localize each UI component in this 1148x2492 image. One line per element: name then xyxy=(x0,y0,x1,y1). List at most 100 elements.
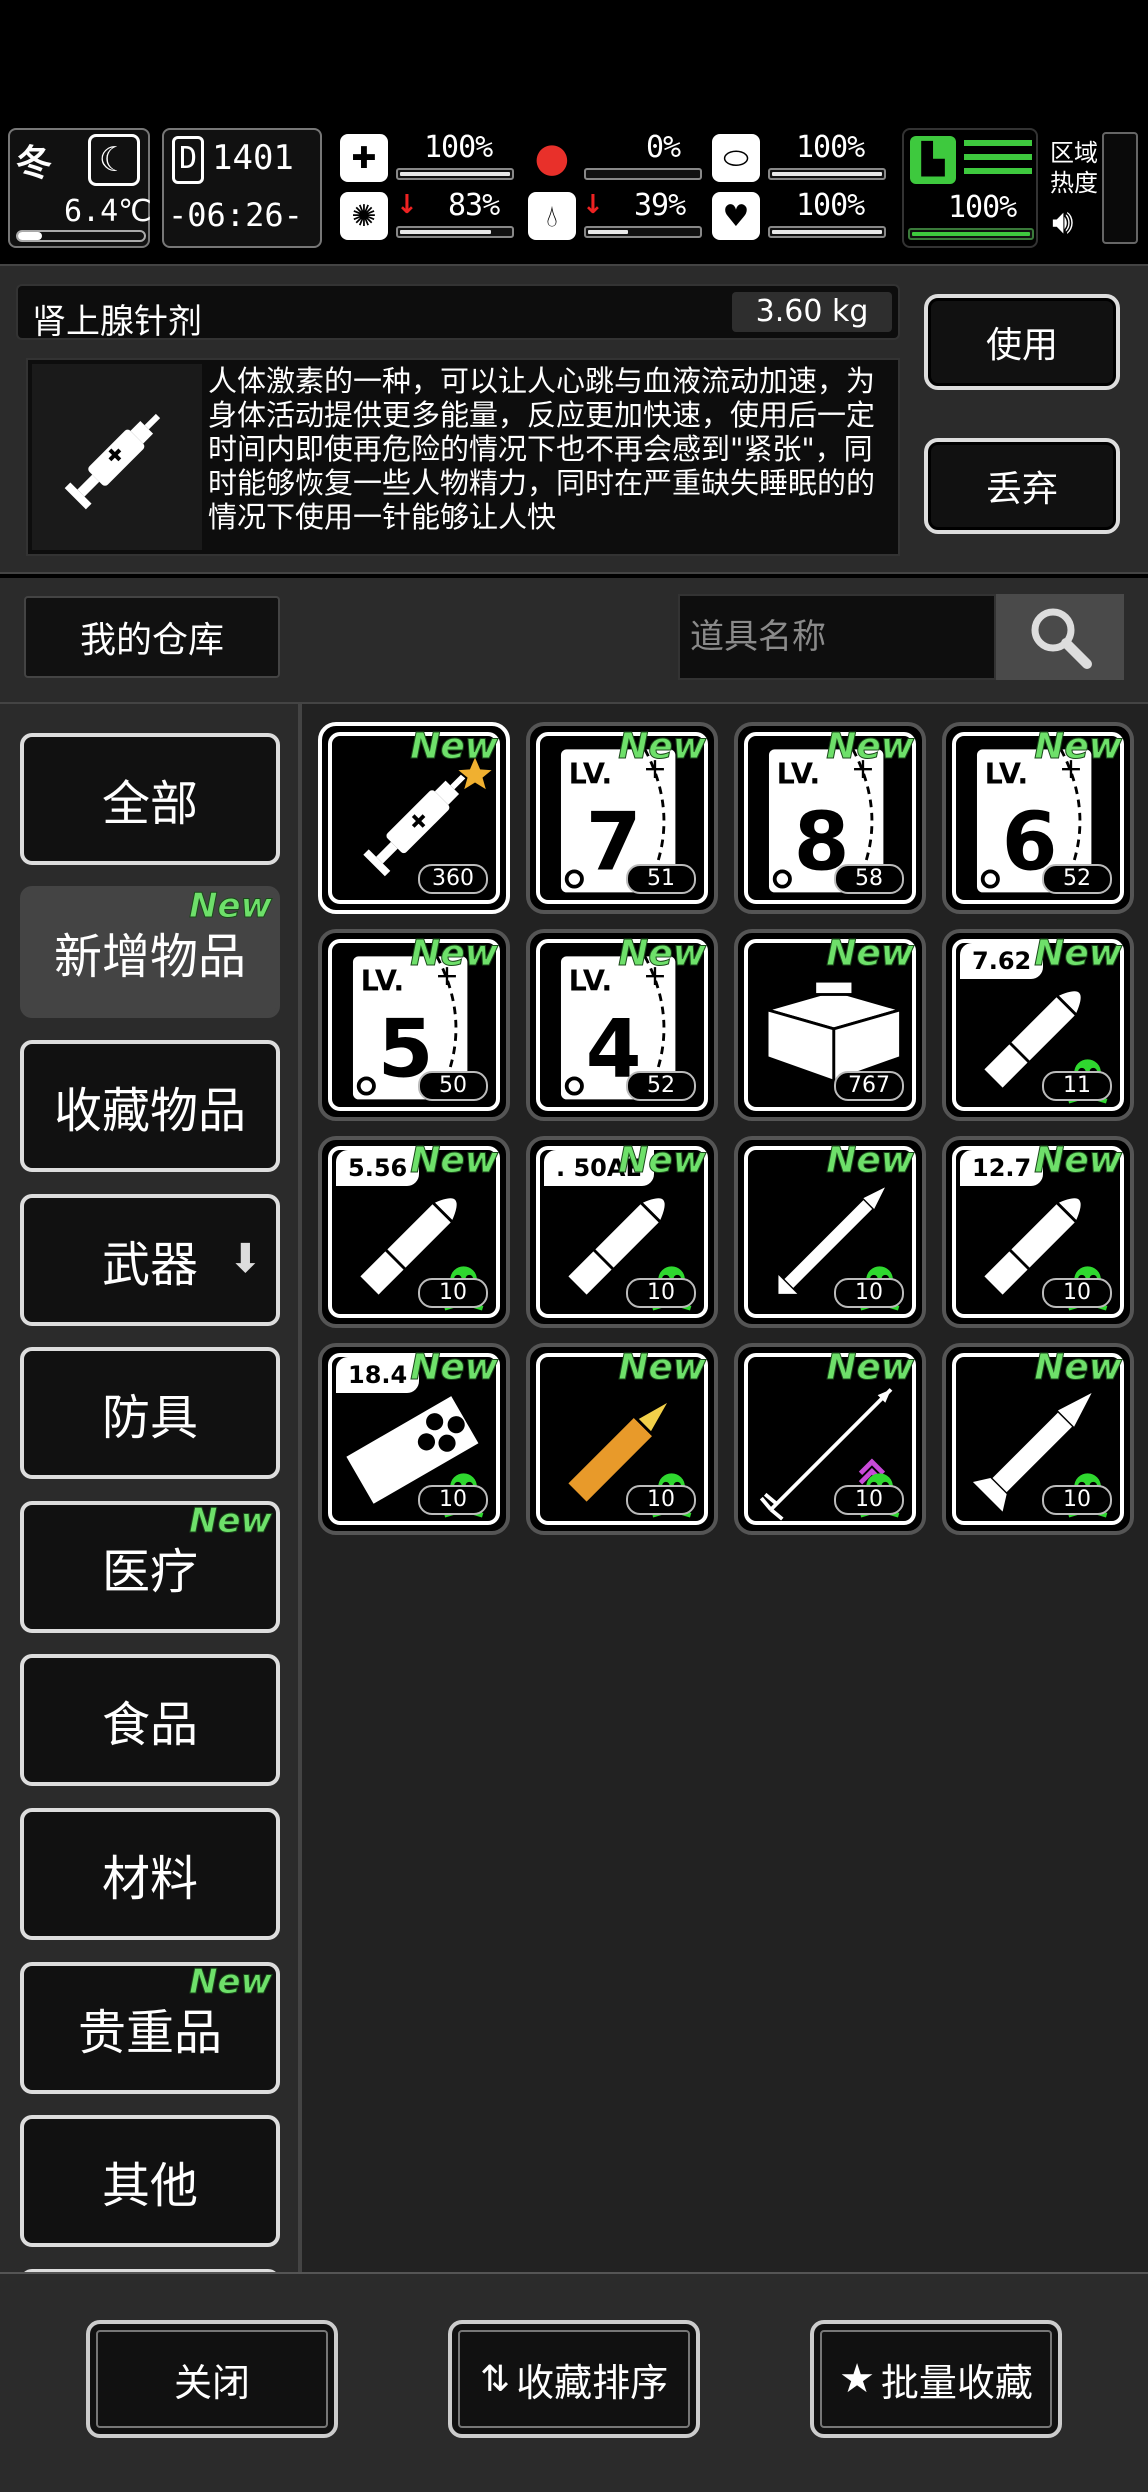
item-slot[interactable]: 10 New xyxy=(942,1343,1134,1535)
stomach-icon: ● xyxy=(528,134,576,182)
expand-arrow-icon: ⬇ xyxy=(228,1235,262,1282)
new-badge: New xyxy=(826,933,915,975)
category-medical[interactable]: 医疗 New xyxy=(20,1500,280,1633)
caliber-label: 7.62 xyxy=(960,943,1044,979)
svg-text:LV.: LV. xyxy=(985,757,1029,791)
category-label: 新增物品 xyxy=(53,929,246,986)
category-armor[interactable]: 防具 xyxy=(20,1347,280,1480)
thirst-falling-icon: ↓ xyxy=(582,190,604,220)
item-slot[interactable]: 767 New xyxy=(734,929,926,1121)
item-slot[interactable]: LV. +5 50 New xyxy=(318,929,510,1121)
category-label: 收藏物品 xyxy=(53,1083,246,1139)
category-materials[interactable]: 材料 xyxy=(20,1808,280,1940)
item-count: 10 xyxy=(418,1278,488,1308)
category-valuables[interactable]: 贵重品 New xyxy=(20,1961,280,2094)
day-time-panel: D 1401 -06:26- xyxy=(162,128,322,248)
item-count: 360 xyxy=(418,864,488,894)
category-label: 武器 xyxy=(101,1236,198,1293)
item-count: 10 xyxy=(834,1278,904,1308)
stamina-bar xyxy=(908,228,1034,240)
health-bar xyxy=(396,168,514,180)
favorite-sort-button[interactable]: ⇅ 收藏排序 xyxy=(448,2320,700,2438)
health-value: 100% xyxy=(424,130,493,165)
item-grid: 360 New LV. +7 51 New LV. +8 58 New LV. +6 52 New LV. +… xyxy=(302,704,1148,2272)
category-food[interactable]: 食品 xyxy=(20,1654,280,1787)
category-label: 医疗 xyxy=(101,1543,198,1600)
item-count: 11 xyxy=(1042,1071,1112,1101)
category-label: 材料 xyxy=(101,1851,198,1907)
new-badge: New xyxy=(1034,933,1123,975)
category-all[interactable]: 全部 xyxy=(20,732,280,865)
category-other[interactable]: 其他 xyxy=(20,2115,280,2248)
item-slot[interactable]: 7.62 11 New xyxy=(942,929,1134,1121)
thirst-bar xyxy=(584,226,702,238)
status-hud: 冬 ☾ 6.4℃ D 1401 -06:26- ✚ 100% ● 0% ⬭ 10… xyxy=(0,124,1148,254)
item-count: 10 xyxy=(418,1485,488,1515)
discard-button[interactable]: 丢弃 xyxy=(924,438,1120,534)
item-slot[interactable]: 10 New xyxy=(734,1136,926,1328)
health-icon: ✚ xyxy=(340,134,388,182)
bowel-bar-fill xyxy=(772,172,882,176)
batch-favorite-label: 批量收藏 xyxy=(880,2360,1033,2405)
zone-heat-label: 区域 热度 xyxy=(1050,139,1098,197)
item-count: 52 xyxy=(626,1071,696,1101)
item-slot[interactable]: LV. +7 51 New xyxy=(526,722,718,914)
mood-bar xyxy=(768,226,886,238)
category-weapons[interactable]: 武器 ⬇ xyxy=(20,1193,280,1326)
item-count: 10 xyxy=(1042,1278,1112,1308)
category-label: 全部 xyxy=(101,775,198,832)
category-label: 食品 xyxy=(101,1697,198,1754)
thirst-value: 39% xyxy=(634,188,686,223)
new-badge: New xyxy=(1034,1140,1123,1182)
search-row: 我的仓库 xyxy=(0,578,1148,704)
svg-text:LV.: LV. xyxy=(777,757,821,791)
item-slot[interactable]: 10 New xyxy=(526,1343,718,1535)
item-description-box: 人体激素的一种，可以让人心跳与血液流动加速，为身体活动提供更多能量，反应更加快速… xyxy=(26,358,900,556)
item-search-input[interactable] xyxy=(678,594,996,680)
close-label: 关闭 xyxy=(173,2360,250,2405)
new-badge: New xyxy=(410,1347,499,1389)
bowel-value: 100% xyxy=(796,130,865,165)
sanity-falling-icon: ↓ xyxy=(396,190,418,220)
item-slot[interactable]: . 50AE 10 New xyxy=(526,1136,718,1328)
item-slot[interactable]: 12.7 10 New xyxy=(942,1136,1134,1328)
item-count: 10 xyxy=(1042,1485,1112,1515)
category-label: 贵重品 xyxy=(77,2004,222,2061)
item-slot[interactable]: 360 New xyxy=(318,722,510,914)
mood-bar-fill xyxy=(772,230,882,234)
season-label: 冬 xyxy=(16,143,53,184)
batch-favorite-button[interactable]: ★ 批量收藏 xyxy=(810,2320,1062,2438)
category-favorites[interactable]: 收藏物品 xyxy=(20,1040,280,1172)
item-slot[interactable]: LV. +8 58 New xyxy=(734,722,926,914)
category-sidebar: 全部 新增物品 New 收藏物品 武器 ⬇ 防具 医疗 New 食品 材料 贵重品 Ne… xyxy=(0,704,302,2272)
my-warehouse-tab[interactable]: 我的仓库 xyxy=(24,596,280,678)
new-badge: New xyxy=(826,1140,915,1182)
svg-text:LV.: LV. xyxy=(569,964,613,998)
new-badge: New xyxy=(618,1347,707,1389)
category-new-items[interactable]: 新增物品 New xyxy=(20,886,280,1019)
stamina-stripes xyxy=(964,140,1032,180)
bowel-bar xyxy=(768,168,886,180)
sanity-value: 83% xyxy=(448,188,500,223)
item-image xyxy=(32,364,202,550)
item-detail-panel: 肾上腺针剂 3.60 kg 人体激素的一种，可以让人心跳与血液流动加速，为身体活… xyxy=(0,264,1148,574)
bottom-bar: 关闭 ⇅ 收藏排序 ★ 批量收藏 xyxy=(0,2272,1148,2492)
item-slot[interactable]: LV. +6 52 New xyxy=(942,722,1134,914)
clock-time: -06:26- xyxy=(168,196,303,234)
item-slot[interactable]: 5.56 10 New xyxy=(318,1136,510,1328)
speaker-icon[interactable]: 🔊︎ xyxy=(1052,202,1073,242)
item-slot[interactable]: 10 New xyxy=(734,1343,926,1535)
syringe-icon xyxy=(64,413,161,510)
search-button[interactable] xyxy=(996,594,1124,680)
close-button[interactable]: 关闭 xyxy=(86,2320,338,2438)
item-slot[interactable]: 18.4 10 New xyxy=(318,1343,510,1535)
category-label: 防具 xyxy=(101,1390,198,1447)
new-badge: New xyxy=(618,933,707,975)
thermometer-icon xyxy=(16,230,146,242)
pill-icon: ⬭ xyxy=(712,134,760,182)
hunger-value: 0% xyxy=(646,130,681,165)
caliber-label: 18.4 xyxy=(336,1357,420,1393)
use-button[interactable]: 使用 xyxy=(924,294,1120,390)
item-slot[interactable]: LV. +4 52 New xyxy=(526,929,718,1121)
stamina-bar-fill xyxy=(912,232,1030,236)
